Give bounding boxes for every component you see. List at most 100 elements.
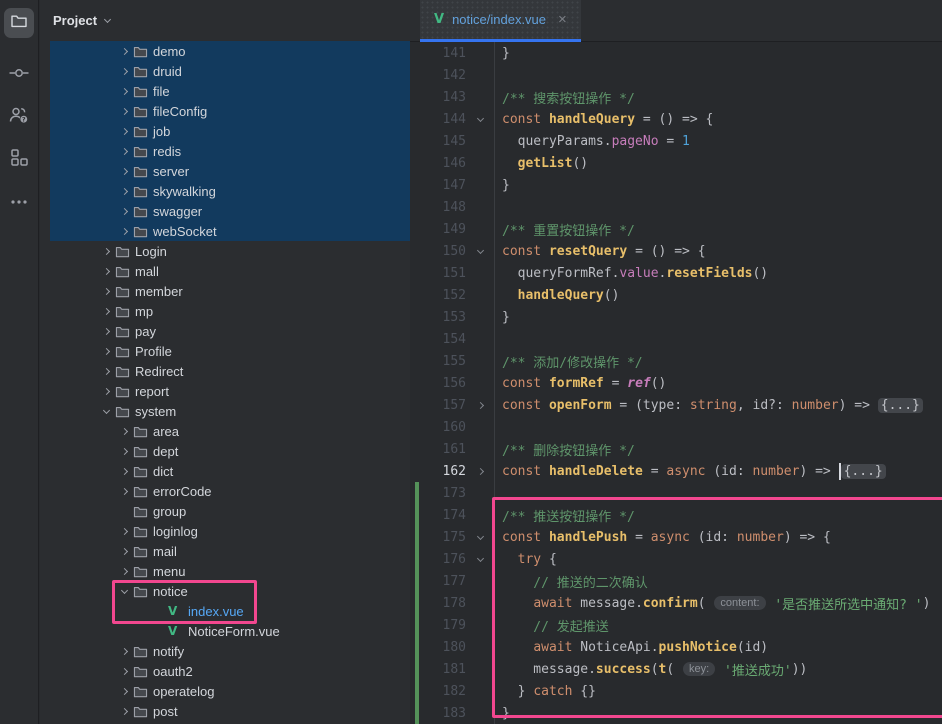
chevron-right-icon[interactable] [116,189,133,194]
tree-item-demo[interactable]: demo [50,41,410,61]
chevron-right-icon[interactable] [116,549,133,554]
tree-item-post[interactable]: post [50,701,410,721]
tree-item-loginlog[interactable]: loginlog [50,521,410,541]
code-line-146[interactable]: 146 getList() [410,152,942,174]
code-line-162[interactable]: 162const handleDelete = async (id: numbe… [410,460,942,482]
code-line-180[interactable]: 180 await NoticeApi.pushNotice(id) [410,636,942,658]
chevron-right-icon[interactable] [98,349,115,354]
chevron-right-icon[interactable] [98,269,115,274]
tree-item-area[interactable]: area [50,421,410,441]
commit-tool-button[interactable] [4,60,34,90]
tree-item-pay[interactable]: pay [50,321,410,341]
tree-item-mp[interactable]: mp [50,301,410,321]
tree-item-webSocket[interactable]: webSocket [50,221,410,241]
chevron-right-icon[interactable] [116,649,133,654]
chevron-right-icon[interactable] [116,129,133,134]
chevron-right-icon[interactable] [116,569,133,574]
code-line-156[interactable]: 156const formRef = ref() [410,372,942,394]
chevron-right-icon[interactable] [116,529,133,534]
code-line-150[interactable]: 150const resetQuery = () => { [410,240,942,262]
tree-item-Redirect[interactable]: Redirect [50,361,410,381]
tree-item-member[interactable]: member [50,281,410,301]
tree-item-file[interactable]: file [50,81,410,101]
code-line-143[interactable]: 143/** 搜索按钮操作 */ [410,86,942,108]
tree-item-fileConfig[interactable]: fileConfig [50,101,410,121]
chevron-right-icon[interactable] [116,109,133,114]
tree-item-swagger[interactable]: swagger [50,201,410,221]
code-line-177[interactable]: 177 // 推送的二次确认 [410,570,942,592]
fold-collapsed-icon[interactable] [466,403,494,408]
chevron-right-icon[interactable] [116,429,133,434]
code-line-151[interactable]: 151 queryFormRef.value.resetFields() [410,262,942,284]
tree-item-druid[interactable]: druid [50,61,410,81]
fold-expanded-icon[interactable] [466,536,494,539]
tree-item-oauth2[interactable]: oauth2 [50,661,410,681]
chevron-right-icon[interactable] [116,689,133,694]
code-line-183[interactable]: 183} [410,702,942,724]
code-line-155[interactable]: 155/** 添加/修改操作 */ [410,350,942,372]
tree-item-notify[interactable]: notify [50,641,410,661]
tree-item-Profile[interactable]: Profile [50,341,410,361]
chevron-right-icon[interactable] [116,489,133,494]
tree-item-mail[interactable]: mail [50,541,410,561]
fold-collapsed-icon[interactable] [466,469,494,474]
tab-notice-index-vue[interactable]: V notice/index.vue × [420,0,581,42]
chevron-down-icon[interactable] [98,410,115,413]
tree-item-menu[interactable]: menu [50,561,410,581]
tree-item-report[interactable]: report [50,381,410,401]
code-line-149[interactable]: 149/** 重置按钮操作 */ [410,218,942,240]
code-line-173[interactable]: 173 [410,482,942,504]
chevron-right-icon[interactable] [116,669,133,674]
chevron-right-icon[interactable] [116,229,133,234]
code-line-145[interactable]: 145 queryParams.pageNo = 1 [410,130,942,152]
chevron-right-icon[interactable] [116,49,133,54]
fold-expanded-icon[interactable] [466,250,494,253]
code-line-175[interactable]: 175const handlePush = async (id: number)… [410,526,942,548]
folded-code-chip[interactable]: {...} [878,398,923,413]
chevron-right-icon[interactable] [116,469,133,474]
chevron-right-icon[interactable] [98,289,115,294]
fold-expanded-icon[interactable] [466,558,494,561]
structure-tool-button[interactable] [4,144,34,174]
code-line-160[interactable]: 160 [410,416,942,438]
chevron-right-icon[interactable] [116,89,133,94]
code-line-141[interactable]: 141} [410,42,942,64]
tree-item-operatelog[interactable]: operatelog [50,681,410,701]
tree-item-dict[interactable]: dict [50,461,410,481]
chevron-right-icon[interactable] [116,169,133,174]
fold-expanded-icon[interactable] [466,118,494,121]
tree-item-skywalking[interactable]: skywalking [50,181,410,201]
tab-close-icon[interactable]: × [554,12,567,27]
chevron-right-icon[interactable] [116,209,133,214]
tree-item-index-vue[interactable]: Vindex.vue [50,601,410,621]
code-line-142[interactable]: 142 [410,64,942,86]
more-tools-button[interactable] [4,186,34,216]
code-line-153[interactable]: 153} [410,306,942,328]
chevron-right-icon[interactable] [116,709,133,714]
tree-item-job[interactable]: job [50,121,410,141]
chevron-right-icon[interactable] [98,329,115,334]
tree-item-server[interactable]: server [50,161,410,181]
chevron-right-icon[interactable] [116,69,133,74]
folded-code-chip[interactable]: {...} [841,464,886,479]
tree-item-notice[interactable]: notice [50,581,410,601]
chevron-down-icon[interactable] [116,590,133,593]
code-with-me-button[interactable]: ? [4,102,34,132]
tree-item-errorCode[interactable]: errorCode [50,481,410,501]
code-viewport[interactable]: 141}142143/** 搜索按钮操作 */144const handleQu… [410,42,942,724]
code-line-182[interactable]: 182 } catch {} [410,680,942,702]
code-line-154[interactable]: 154 [410,328,942,350]
code-line-181[interactable]: 181 message.success(t( key: '推送成功')) [410,658,942,680]
chevron-right-icon[interactable] [98,309,115,314]
code-line-157[interactable]: 157const openForm = (type: string, id?: … [410,394,942,416]
chevron-right-icon[interactable] [98,369,115,374]
code-line-176[interactable]: 176 try { [410,548,942,570]
chevron-right-icon[interactable] [116,149,133,154]
chevron-right-icon[interactable] [98,389,115,394]
tree-item-dept[interactable]: dept [50,441,410,461]
tree-item-redis[interactable]: redis [50,141,410,161]
code-line-144[interactable]: 144const handleQuery = () => { [410,108,942,130]
chevron-right-icon[interactable] [98,249,115,254]
chevron-right-icon[interactable] [116,449,133,454]
project-panel-header[interactable]: Project [40,0,410,41]
